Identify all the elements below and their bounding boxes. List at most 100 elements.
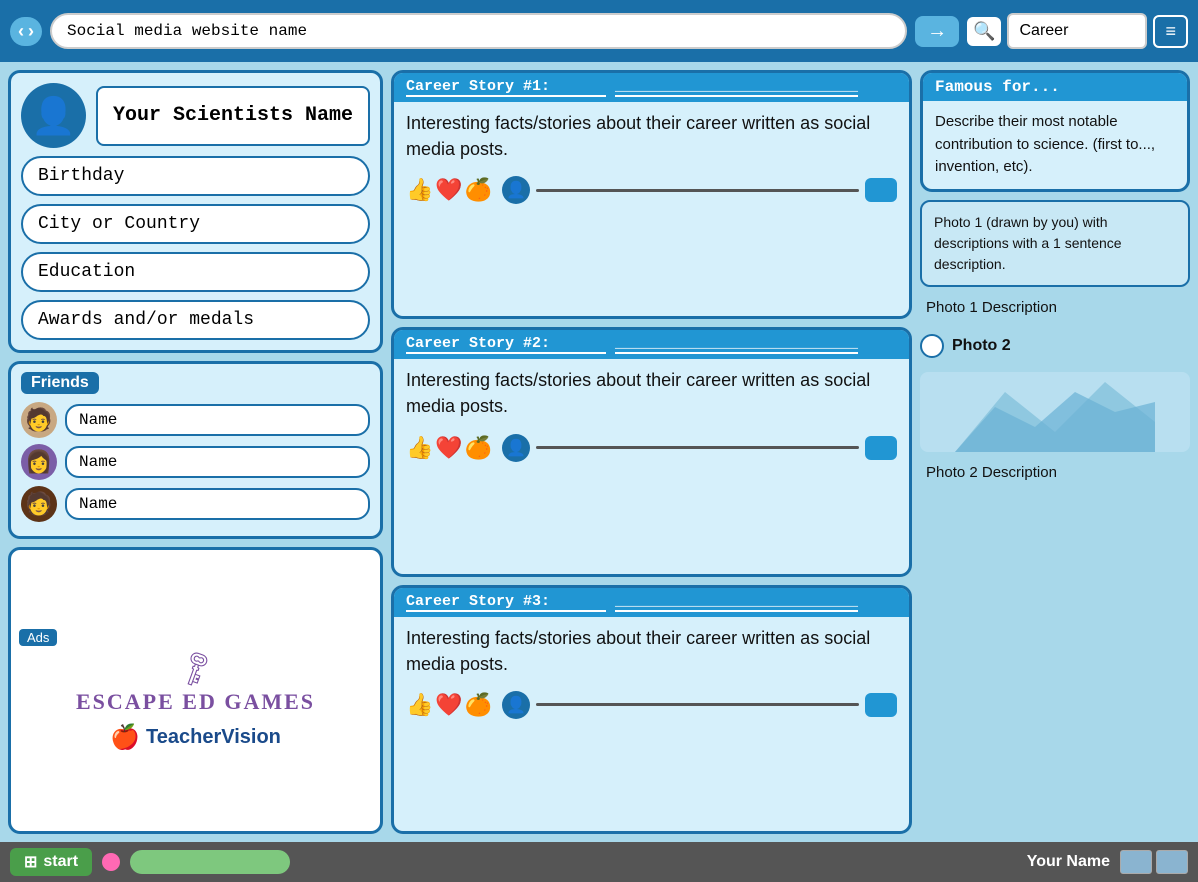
orange-icon-2[interactable]: 🍊 bbox=[465, 435, 492, 461]
go-button[interactable]: → bbox=[915, 16, 959, 47]
heart-icon-1[interactable]: ❤️ bbox=[435, 177, 462, 203]
start-button[interactable]: ⊞ start bbox=[10, 848, 92, 876]
mountain-svg bbox=[920, 372, 1190, 452]
comment-line-2 bbox=[536, 446, 859, 449]
ads-section: Ads 🗝 Escape Ed Games 🍎 TeacherVision bbox=[8, 547, 383, 834]
start-icon: ⊞ bbox=[24, 852, 37, 872]
search-icon: 🔍 bbox=[967, 17, 1001, 46]
friend-row-3: 🧑 Name bbox=[21, 486, 370, 522]
friend-row-1: 🧑 Name bbox=[21, 402, 370, 438]
orange-icon-3[interactable]: 🍊 bbox=[465, 692, 492, 718]
avatar-icon: 👤 bbox=[31, 95, 76, 137]
comment-avatar-1: 👤 bbox=[502, 176, 530, 204]
thumbs-up-icon-3[interactable]: 👍 bbox=[406, 692, 433, 718]
comment-avatar-3: 👤 bbox=[502, 691, 530, 719]
photo2-area: Photo 2 bbox=[920, 328, 1190, 364]
story-footer-3: 👍 ❤️ 🍊 👤 bbox=[394, 685, 909, 725]
heart-icon-3[interactable]: ❤️ bbox=[435, 692, 462, 718]
comment-area-2: 👤 bbox=[502, 434, 897, 462]
comment-button-1[interactable] bbox=[865, 178, 897, 202]
friend-name-2[interactable]: Name bbox=[65, 446, 370, 478]
famous-body[interactable]: Describe their most notable contribution… bbox=[923, 101, 1187, 189]
photo1-section: Photo 1 (drawn by you) with descriptions… bbox=[920, 200, 1190, 287]
bottom-right: Your Name bbox=[1027, 850, 1188, 874]
photo2-description[interactable]: Photo 2 Description bbox=[920, 460, 1190, 485]
friend-name-3[interactable]: Name bbox=[65, 488, 370, 520]
forward-button[interactable]: › bbox=[28, 21, 34, 42]
profile-card: 👤 Your Scientists Name Birthday City or … bbox=[8, 70, 383, 353]
thumbs-up-icon-1[interactable]: 👍 bbox=[406, 177, 433, 203]
right-panel: Famous for... Describe their most notabl… bbox=[920, 70, 1190, 834]
bottom-box-1 bbox=[1120, 850, 1152, 874]
center-panel: Career Story #1: _______________________… bbox=[391, 70, 912, 834]
start-label: start bbox=[43, 853, 78, 871]
famous-header: Famous for... bbox=[923, 73, 1187, 101]
story-body-2[interactable]: Interesting facts/stories about their ca… bbox=[394, 359, 909, 427]
friend-avatar-1: 🧑 bbox=[21, 402, 57, 438]
top-bar: ‹ › → 🔍 ≡ bbox=[0, 0, 1198, 62]
menu-button[interactable]: ≡ bbox=[1153, 15, 1188, 48]
story-body-1[interactable]: Interesting facts/stories about their ca… bbox=[394, 102, 909, 170]
photo2-label: Photo 2 bbox=[952, 337, 1011, 355]
photo1-description[interactable]: Photo 1 Description bbox=[920, 295, 1190, 320]
story-header-3: Career Story #3: _______________________… bbox=[394, 588, 909, 617]
thumbs-up-icon-2[interactable]: 👍 bbox=[406, 435, 433, 461]
profile-top: 👤 Your Scientists Name bbox=[21, 83, 370, 148]
avatar: 👤 bbox=[21, 83, 86, 148]
key-icon: 🗝 bbox=[172, 645, 219, 691]
friend-row-2: 👩 Name bbox=[21, 444, 370, 480]
main-content: 👤 Your Scientists Name Birthday City or … bbox=[0, 62, 1198, 842]
comment-avatar-2: 👤 bbox=[502, 434, 530, 462]
story-footer-1: 👍 ❤️ 🍊 👤 bbox=[394, 170, 909, 210]
escape-ed-ad: 🗝 Escape Ed Games 🍎 TeacherVision bbox=[76, 652, 315, 752]
mountain-illustration bbox=[920, 372, 1190, 452]
pink-dot bbox=[102, 853, 120, 871]
friend-avatar-2: 👩 bbox=[21, 444, 57, 480]
birthday-field[interactable]: Birthday bbox=[21, 156, 370, 196]
comment-area-3: 👤 bbox=[502, 691, 897, 719]
heart-icon-2[interactable]: ❤️ bbox=[435, 435, 462, 461]
comment-area-1: 👤 bbox=[502, 176, 897, 204]
taskbar-input[interactable] bbox=[130, 850, 290, 874]
reactions-2[interactable]: 👍 ❤️ 🍊 bbox=[406, 435, 492, 461]
bottom-box-2 bbox=[1156, 850, 1188, 874]
ads-label: Ads bbox=[19, 629, 57, 646]
escape-ed-text: Escape Ed Games bbox=[76, 689, 315, 715]
story-card-3: Career Story #3: _______________________… bbox=[391, 585, 912, 834]
city-field[interactable]: City or Country bbox=[21, 204, 370, 244]
address-bar[interactable] bbox=[50, 13, 907, 49]
story-card-2: Career Story #2: _______________________… bbox=[391, 327, 912, 576]
your-name-label[interactable]: Your Name bbox=[1027, 853, 1110, 871]
comment-button-3[interactable] bbox=[865, 693, 897, 717]
tv-text: TeacherVision bbox=[146, 726, 281, 749]
comment-button-2[interactable] bbox=[865, 436, 897, 460]
nav-buttons[interactable]: ‹ › bbox=[10, 17, 42, 46]
reactions-3[interactable]: 👍 ❤️ 🍊 bbox=[406, 692, 492, 718]
bottom-bar: ⊞ start Your Name bbox=[0, 842, 1198, 882]
photo2-circle bbox=[920, 334, 944, 358]
scientist-name[interactable]: Your Scientists Name bbox=[96, 86, 370, 146]
back-button[interactable]: ‹ bbox=[18, 21, 24, 42]
story-card-1: Career Story #1: _______________________… bbox=[391, 70, 912, 319]
story-header-2: Career Story #2: _______________________… bbox=[394, 330, 909, 359]
friends-section: Friends 🧑 Name 👩 Name 🧑 Name bbox=[8, 361, 383, 539]
teacher-vision-ad: 🍎 TeacherVision bbox=[110, 723, 281, 752]
friend-name-1[interactable]: Name bbox=[65, 404, 370, 436]
photo1-text: Photo 1 (drawn by you) with descriptions… bbox=[934, 212, 1176, 275]
left-panel: 👤 Your Scientists Name Birthday City or … bbox=[8, 70, 383, 834]
tv-apple-icon: 🍎 bbox=[110, 723, 140, 752]
search-area: 🔍 ≡ bbox=[967, 13, 1188, 49]
bottom-boxes bbox=[1120, 850, 1188, 874]
comment-line-1 bbox=[536, 189, 859, 192]
friend-avatar-3: 🧑 bbox=[21, 486, 57, 522]
search-input[interactable] bbox=[1007, 13, 1147, 49]
awards-field[interactable]: Awards and/or medals bbox=[21, 300, 370, 340]
education-field[interactable]: Education bbox=[21, 252, 370, 292]
comment-line-3 bbox=[536, 703, 859, 706]
orange-icon-1[interactable]: 🍊 bbox=[465, 177, 492, 203]
reactions-1[interactable]: 👍 ❤️ 🍊 bbox=[406, 177, 492, 203]
story-body-3[interactable]: Interesting facts/stories about their ca… bbox=[394, 617, 909, 685]
story-footer-2: 👍 ❤️ 🍊 👤 bbox=[394, 428, 909, 468]
friends-title: Friends bbox=[21, 372, 99, 394]
famous-card: Famous for... Describe their most notabl… bbox=[920, 70, 1190, 192]
